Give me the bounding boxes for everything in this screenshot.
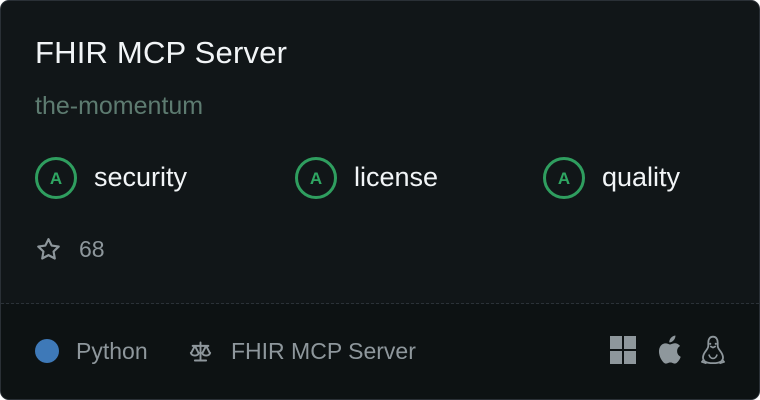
- quality-grade-badge: A: [543, 157, 585, 199]
- license-scale-icon: [187, 338, 214, 365]
- apple-icon: [654, 335, 682, 365]
- security-grade-badge: A: [35, 157, 77, 199]
- license-label: license: [354, 162, 439, 192]
- security-label: security: [94, 162, 188, 192]
- mcp-server-card[interactable]: FHIR MCP Server the-momentum A security …: [0, 0, 760, 400]
- linux-icon: [699, 335, 727, 365]
- python-language-dot-icon: [35, 339, 59, 363]
- star-icon: [35, 236, 62, 263]
- server-owner[interactable]: the-momentum: [35, 90, 203, 122]
- windows-icon: [609, 335, 637, 365]
- quality-score: A quality: [543, 154, 680, 202]
- platform-icons: [609, 335, 727, 365]
- language-info: Python: [35, 337, 148, 365]
- license-info: FHIR MCP Server: [187, 337, 416, 365]
- license-name: FHIR MCP Server: [231, 338, 416, 364]
- star-count-value: 68: [79, 236, 105, 262]
- server-title[interactable]: FHIR MCP Server: [35, 34, 287, 72]
- card-footer: Python FHIR MCP Server: [1, 304, 759, 399]
- language-name: Python: [76, 338, 148, 364]
- license-score: A license: [295, 154, 438, 202]
- quality-label: quality: [602, 162, 681, 192]
- license-grade-badge: A: [295, 157, 337, 199]
- star-count: 68: [35, 233, 105, 265]
- security-score: A security: [35, 154, 187, 202]
